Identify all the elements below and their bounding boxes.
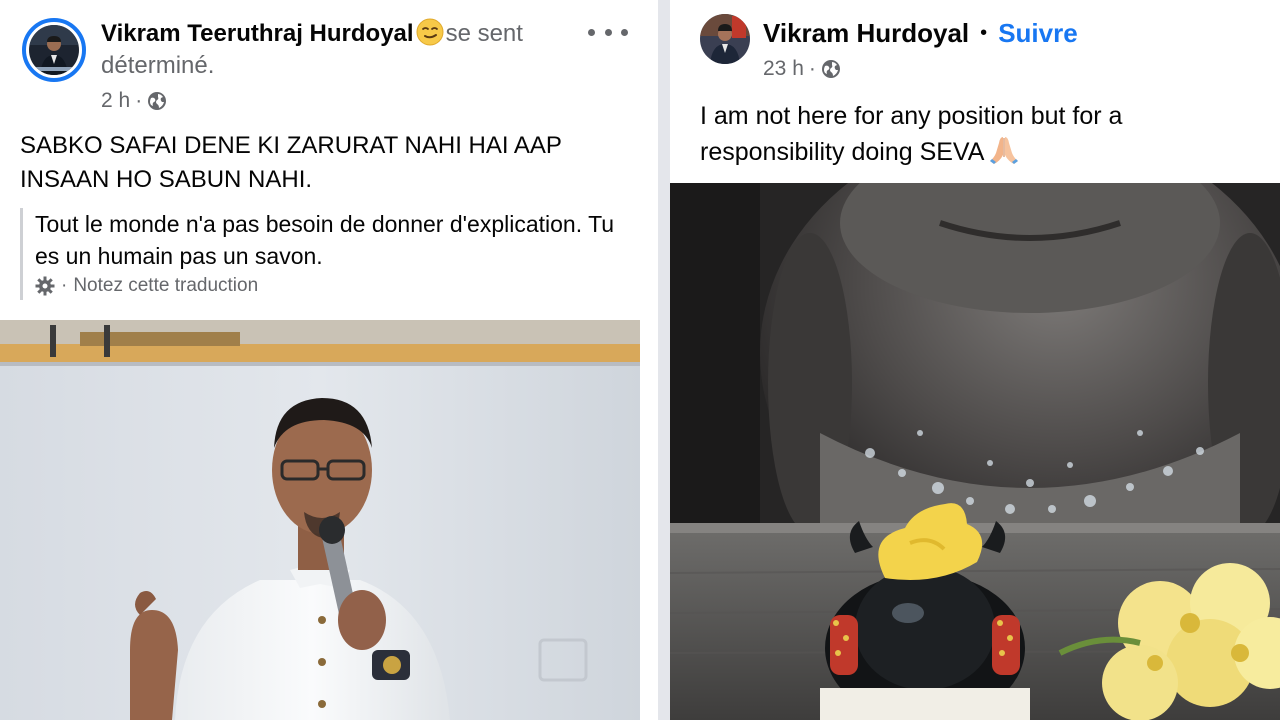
translation-footer: · Notez cette traduction [35, 274, 630, 298]
screenshot-collage: Vikram Teeruthraj Hurdoyal se sent déterm… [0, 0, 1280, 720]
left-post-meta: 2 h · [101, 88, 167, 114]
translation-block: Tout le monde n'a pas besoin de donner d… [20, 208, 630, 300]
right-post-text: I am not here for any position but for a… [700, 102, 1123, 166]
right-author-avatar[interactable] [700, 14, 750, 64]
globe-icon[interactable] [147, 91, 167, 111]
left-post-time[interactable]: 2 h [101, 88, 130, 114]
left-post: Vikram Teeruthraj Hurdoyal se sent déterm… [0, 0, 658, 720]
right-post-time[interactable]: 23 h [763, 56, 804, 82]
right-author-name[interactable]: Vikram Hurdoyal [763, 16, 969, 50]
globe-icon[interactable] [821, 59, 841, 79]
gear-icon[interactable] [35, 276, 55, 296]
right-post-header: Vikram Hurdoyal • Suivre [763, 16, 1078, 50]
panel-divider [658, 0, 670, 720]
header-bullet: • [980, 22, 988, 44]
speaker-with-microphone-photo[interactable] [0, 320, 640, 720]
determined-face-emoji-icon [416, 18, 444, 46]
right-post-meta: 23 h · [763, 56, 841, 82]
left-author-avatar[interactable] [22, 18, 86, 82]
right-post: Vikram Hurdoyal • Suivre 23 h · I am not… [670, 0, 1280, 720]
deity-statue-and-nandi-photo[interactable] [670, 183, 1280, 720]
more-dot [604, 28, 612, 36]
more-horizontal-icon [588, 28, 595, 36]
folded-hands-emoji-icon [988, 135, 1020, 165]
more-dot [621, 28, 628, 36]
translation-separator: · [61, 275, 68, 296]
right-post-text-block: I am not here for any position but for a… [700, 98, 1270, 170]
right-meta-separator: · [808, 57, 816, 80]
left-post-text: SABKO SAFAI DENE KI ZARURAT NAHI HAI AAP… [20, 132, 562, 193]
more-options-button[interactable] [588, 20, 628, 44]
rate-translation-link[interactable]: Notez cette traduction [73, 274, 258, 298]
translation-text: Tout le monde n'a pas besoin de donner d… [35, 211, 615, 269]
left-meta-separator: · [135, 89, 143, 112]
follow-button[interactable]: Suivre [998, 16, 1078, 50]
left-post-header: Vikram Teeruthraj Hurdoyal se sent déterm… [101, 18, 571, 82]
left-author-name[interactable]: Vikram Teeruthraj Hurdoyal [101, 20, 414, 47]
